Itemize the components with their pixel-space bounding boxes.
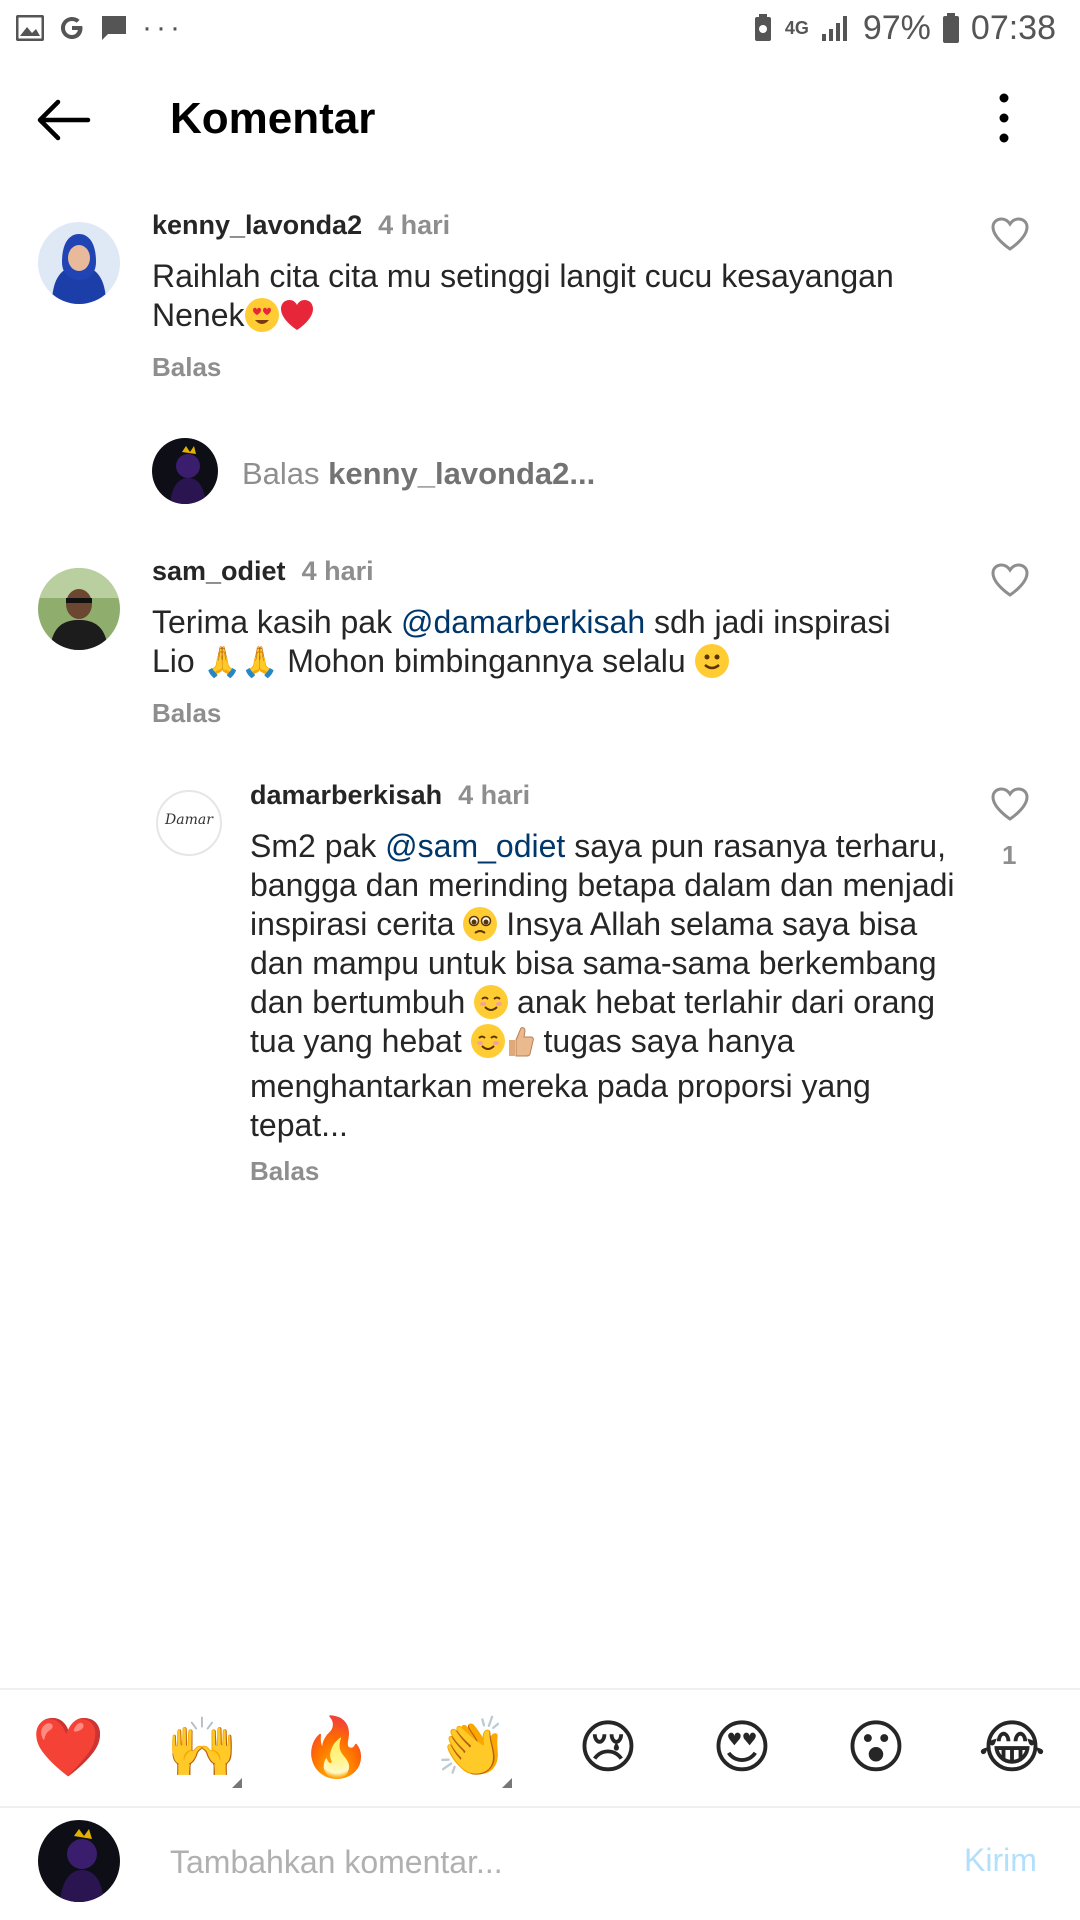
like-heart-icon[interactable] [990, 216, 1030, 252]
back-arrow-icon[interactable] [32, 96, 96, 144]
blush-emoji-icon [470, 1024, 505, 1058]
comment-username[interactable]: kenny_lavonda2 [152, 210, 362, 241]
battery-saver-icon [754, 14, 771, 41]
like-heart-icon[interactable] [990, 562, 1030, 598]
comment-time: 4 hari [378, 210, 451, 240]
page-title: Komentar [170, 94, 376, 143]
comment-composer: Kirim [0, 1806, 1080, 1920]
reply-time: 4 hari [458, 780, 531, 810]
comment-meta: sam_odiet 4 hari [152, 556, 374, 587]
current-user-avatar[interactable] [152, 438, 218, 504]
gallery-icon [16, 15, 44, 41]
reaction-surprised-icon[interactable]: 😮 [840, 1712, 912, 1784]
reply-to-prompt[interactable]: Balas kenny_lavonda2... [242, 456, 595, 492]
reply-prompt-target: kenny_lavonda2... [328, 456, 596, 491]
reaction-heart-icon[interactable]: ❤️ [32, 1712, 104, 1784]
more-notifications-icon: ··· [142, 11, 184, 44]
comment-input[interactable] [170, 1834, 930, 1890]
battery-icon [942, 13, 959, 43]
system-status: 4G 97% 07:38 [753, 8, 1056, 48]
message-icon [102, 16, 126, 40]
reply-button[interactable]: Balas [250, 1156, 319, 1187]
mention-link[interactable]: @sam_odiet [385, 828, 565, 864]
network-type: 4G [784, 17, 809, 38]
avatar[interactable] [38, 222, 120, 304]
reaction-fire-icon[interactable]: 🔥 [300, 1712, 372, 1784]
reply-button[interactable]: Balas [152, 698, 221, 729]
more-options-icon[interactable] [990, 86, 1018, 150]
like-heart-icon[interactable] [990, 786, 1030, 822]
heart-eyes-emoji-icon [244, 298, 279, 332]
smile-emoji-icon [694, 644, 729, 678]
reply-meta: damarberkisah 4 hari [250, 780, 530, 811]
notification-icons: ··· [16, 8, 184, 48]
avatar[interactable] [38, 568, 120, 650]
mention-link[interactable]: @damarberkisah [401, 604, 645, 640]
reaction-heart-eyes-icon[interactable]: 😍 [706, 1712, 778, 1784]
pleading-face-emoji-icon [463, 907, 498, 941]
red-heart-emoji-icon [279, 298, 315, 341]
avatar[interactable]: Damar [156, 790, 222, 856]
reaction-raised-hands-icon[interactable]: 🙌 [166, 1712, 238, 1784]
thumbs-up-emoji-icon [505, 1024, 535, 1067]
send-button[interactable]: Kirim [964, 1842, 1037, 1879]
skin-tone-indicator [502, 1778, 512, 1788]
reaction-laughing-icon[interactable]: 😂 [976, 1712, 1048, 1784]
reply-prompt-prefix: Balas [242, 456, 329, 491]
reply-username[interactable]: damarberkisah [250, 780, 442, 811]
signal-icon [821, 16, 847, 41]
comment-username[interactable]: sam_odiet [152, 556, 286, 587]
battery-percent: 97% [862, 8, 931, 47]
comment-text: Raihlah cita cita mu setinggi langit cuc… [152, 257, 952, 341]
comment-meta: kenny_lavonda2 4 hari [152, 210, 450, 241]
header: Komentar [0, 56, 1080, 184]
comment-time: 4 hari [301, 556, 374, 586]
reply-button[interactable]: Balas [152, 352, 221, 383]
folded-hands-emoji-icon: 🙏🙏 [203, 646, 279, 679]
avatar-logo-text: Damar [165, 812, 213, 828]
comment-text-body: Mohon bimbingannya selalu [278, 643, 695, 679]
reaction-clap-icon[interactable]: 👏 [436, 1712, 508, 1784]
like-count: 1 [1002, 840, 1017, 870]
blush-emoji-icon [474, 985, 509, 1019]
google-icon [61, 17, 83, 39]
quick-reaction-bar: ❤️ 🙌 🔥 👏 😢 😍 😮 😂 [0, 1688, 1080, 1808]
comment-text: Terima kasih pak @damarberkisah sdh jadi… [152, 603, 942, 682]
reply-text-body: Sm2 pak [250, 828, 386, 864]
reply-text: Sm2 pak @sam_odiet saya pun rasanya terh… [250, 827, 970, 1145]
current-user-avatar[interactable] [38, 1820, 120, 1902]
comment-text-body: Terima kasih pak [152, 604, 401, 640]
skin-tone-indicator [232, 1778, 242, 1788]
clock: 07:38 [970, 8, 1056, 47]
reaction-crying-icon[interactable]: 😢 [572, 1712, 644, 1784]
status-bar: ··· 4G 97% 07:38 [0, 0, 1080, 56]
